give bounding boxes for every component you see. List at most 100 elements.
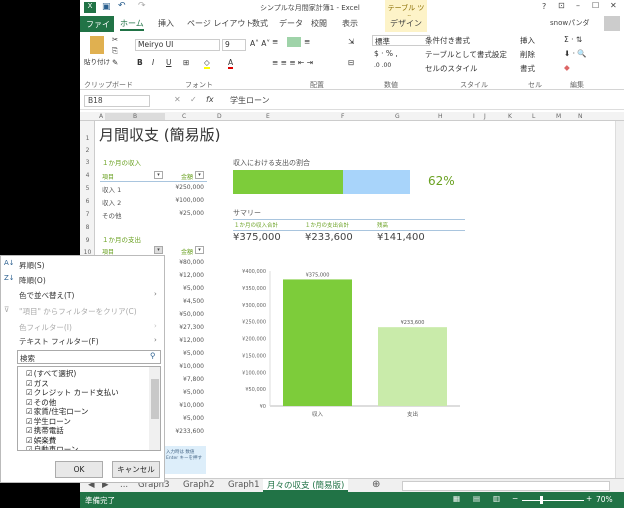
fill-find-icon[interactable]: ⬇ · 🔍 — [564, 49, 587, 58]
align-top-icon[interactable]: ≡ — [272, 37, 278, 46]
border-icon[interactable]: ⊞ — [183, 58, 189, 67]
bold-icon[interactable]: B — [137, 58, 143, 67]
normal-view-icon[interactable]: ▦ — [453, 494, 460, 503]
column-header[interactable]: J — [484, 113, 486, 120]
cancel-button[interactable]: キャンセル — [112, 461, 160, 478]
row-header[interactable]: 2 — [80, 147, 95, 154]
cut-icon[interactable]: ✂ — [112, 35, 118, 44]
tab-file[interactable]: ファイル — [80, 16, 114, 40]
user-name[interactable]: snowパンダ — [550, 18, 589, 28]
menu-sort-asc[interactable]: 昇順(S) — [19, 260, 45, 271]
filter-dropdown-button[interactable]: ▾ — [195, 246, 204, 254]
undo-icon[interactable]: ↶ — [118, 1, 126, 11]
tab-page-layout[interactable]: ページ レイアウト — [187, 18, 253, 29]
column-header[interactable]: I — [473, 113, 475, 120]
filter-dropdown-button[interactable]: ▾ — [154, 171, 163, 179]
insert-cells-button[interactable]: 挿入 — [520, 35, 535, 46]
close-icon[interactable]: ✕ — [610, 1, 617, 10]
paste-icon[interactable] — [90, 36, 104, 54]
font-name-select[interactable]: Meiryo UI — [135, 39, 220, 51]
cell-style-button[interactable]: セルのスタイル — [425, 63, 478, 74]
horizontal-scrollbar[interactable] — [402, 481, 610, 491]
conditional-format-button[interactable]: 条件付き書式 — [425, 35, 470, 46]
delete-cells-button[interactable]: 削除 — [520, 49, 535, 60]
column-header[interactable]: H — [438, 113, 443, 120]
row-header[interactable]: 3 — [80, 159, 95, 166]
column-header[interactable]: D — [217, 113, 222, 120]
row-header[interactable]: 5 — [80, 185, 95, 192]
column-header[interactable]: L — [532, 113, 535, 120]
enter-entry-icon[interactable]: ✓ — [190, 95, 197, 104]
underline-icon[interactable]: U — [166, 58, 172, 67]
name-box[interactable]: B18 — [84, 95, 150, 107]
fill-color-icon[interactable]: ◇ — [204, 58, 210, 69]
row-header[interactable]: 1 — [80, 135, 95, 142]
tab-insert[interactable]: 挿入 — [158, 18, 174, 29]
search-input[interactable]: 検索 — [20, 353, 35, 364]
tab-home[interactable]: ホーム — [120, 18, 144, 31]
row-header[interactable]: 7 — [80, 211, 95, 218]
row-header[interactable]: 6 — [80, 198, 95, 205]
column-header[interactable]: M — [556, 113, 561, 120]
tab-data[interactable]: データ — [279, 18, 303, 29]
merge-icon[interactable]: ⊟ — [348, 58, 354, 67]
decimal-icon[interactable]: .0 .00 — [374, 62, 391, 69]
filter-search-box[interactable]: 検索 ⚲ — [17, 350, 161, 364]
minimize-icon[interactable]: – — [576, 1, 580, 10]
row-header[interactable]: 8 — [80, 224, 95, 231]
font-size-select[interactable]: 9 — [222, 39, 246, 51]
filter-checkbox-item[interactable]: 自動車ローン — [26, 444, 79, 450]
sheet-tab-active[interactable]: 月々の収支 (簡易版) — [263, 479, 349, 492]
vertical-scrollbar[interactable] — [615, 121, 624, 478]
menu-clear-filter[interactable]: "項目" からフィルターをクリア(C) — [19, 306, 137, 317]
sheet-tab-graph1[interactable]: Graph1 — [228, 480, 259, 490]
income-amount[interactable]: ¥100,000 — [144, 197, 204, 204]
format-as-table-button[interactable]: テーブルとして書式設定 — [425, 49, 507, 60]
zoom-level[interactable]: 70% — [596, 495, 613, 504]
redo-icon[interactable]: ↷ — [138, 1, 146, 11]
number-format-select[interactable]: 標準 — [372, 35, 430, 46]
clear-icon[interactable]: ◆ — [564, 63, 570, 72]
column-header[interactable]: E — [266, 113, 270, 120]
column-header[interactable]: F — [341, 113, 344, 120]
paste-button[interactable]: 貼り付け — [84, 56, 110, 66]
wrap-text-icon[interactable]: ⇲ — [348, 37, 354, 46]
copy-icon[interactable]: ⎘ — [112, 46, 118, 56]
column-header[interactable]: B — [105, 113, 165, 120]
menu-color-filter[interactable]: 色フィルター(I) — [19, 322, 72, 333]
list-scrollbar[interactable] — [149, 367, 160, 450]
avatar[interactable] — [604, 16, 620, 31]
tab-formulas[interactable]: 数式 — [252, 18, 268, 29]
zoom-slider[interactable]: − + — [512, 494, 592, 505]
filter-dropdown-button[interactable]: ▾ — [195, 171, 204, 179]
align-bottom-icon[interactable]: ≡ — [304, 37, 310, 46]
italic-icon[interactable]: I — [152, 58, 154, 67]
insert-function-button[interactable]: fx — [206, 95, 214, 104]
row-header[interactable]: 9 — [80, 237, 95, 244]
column-header[interactable]: C — [182, 113, 186, 120]
menu-text-filter[interactable]: テキスト フィルター(F) — [19, 336, 99, 347]
cancel-entry-icon[interactable]: ✕ — [174, 95, 181, 104]
column-header[interactable]: G — [395, 113, 400, 120]
sheet-tab-graph2[interactable]: Graph2 — [183, 480, 214, 490]
save-icon[interactable]: ▣ — [102, 2, 111, 12]
formula-input[interactable]: 学生ローン — [230, 95, 270, 106]
page-break-view-icon[interactable]: ▥ — [493, 494, 500, 503]
font-grow-icon[interactable]: A˄ A˅ — [250, 39, 270, 48]
ok-button[interactable]: OK — [55, 461, 103, 478]
bar-chart[interactable]: ¥0 ¥50,000 ¥100,000 ¥150,000 ¥200,000 ¥250,00… — [220, 260, 480, 420]
column-header[interactable]: N — [578, 113, 583, 120]
align-left-icon[interactable]: ≡ ≡ ≡ ⇤ ⇥ — [272, 58, 313, 67]
format-cells-button[interactable]: 書式 — [520, 63, 535, 74]
income-item[interactable]: 収入 2 — [102, 197, 121, 207]
currency-percent-icon[interactable]: $ · % , — [374, 49, 398, 58]
income-amount[interactable]: ¥25,000 — [144, 210, 204, 217]
page-layout-view-icon[interactable]: ▤ — [473, 494, 480, 503]
row-header[interactable]: 4 — [80, 172, 95, 179]
format-painter-icon[interactable]: ✎ — [112, 58, 118, 67]
filter-dropdown-button-active[interactable]: ▾ — [154, 246, 163, 254]
income-item[interactable]: その他 — [102, 210, 122, 220]
tab-view[interactable]: 表示 — [342, 18, 358, 29]
help-icon[interactable]: ? — [542, 2, 546, 11]
maximize-icon[interactable]: ☐ — [592, 1, 599, 10]
